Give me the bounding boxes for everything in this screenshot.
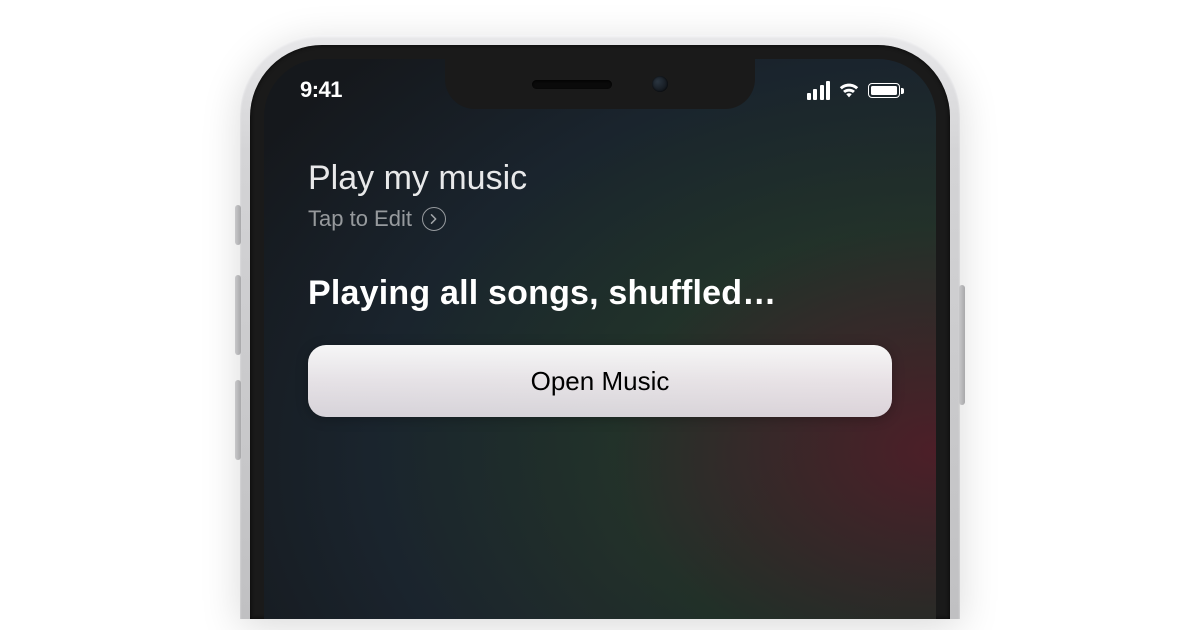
- siri-content: Play my music Tap to Edit Playing all so…: [308, 159, 892, 417]
- siri-response-text: Playing all songs, shuffled…: [308, 274, 892, 313]
- siri-user-query: Play my music: [308, 159, 892, 198]
- status-time: 9:41: [300, 71, 342, 103]
- volume-up-button: [235, 275, 241, 355]
- status-icons: [807, 75, 901, 100]
- power-button: [959, 285, 965, 405]
- mute-switch: [235, 205, 241, 245]
- display-notch: [445, 59, 755, 109]
- cellular-signal-icon: [807, 81, 831, 100]
- volume-down-button: [235, 380, 241, 460]
- chevron-right-icon: [422, 207, 446, 231]
- open-music-label: Open Music: [531, 366, 670, 397]
- earpiece-speaker: [532, 80, 612, 89]
- wifi-icon: [838, 81, 860, 99]
- battery-icon: [868, 83, 900, 98]
- phone-screen: 9:41 Play my music: [264, 59, 936, 619]
- phone-bezel: 9:41 Play my music: [250, 45, 950, 619]
- phone-device-frame: 9:41 Play my music: [240, 35, 960, 619]
- tap-to-edit-button[interactable]: Tap to Edit: [308, 206, 446, 232]
- front-camera: [652, 76, 668, 92]
- open-music-button[interactable]: Open Music: [308, 345, 892, 417]
- tap-to-edit-label: Tap to Edit: [308, 206, 412, 232]
